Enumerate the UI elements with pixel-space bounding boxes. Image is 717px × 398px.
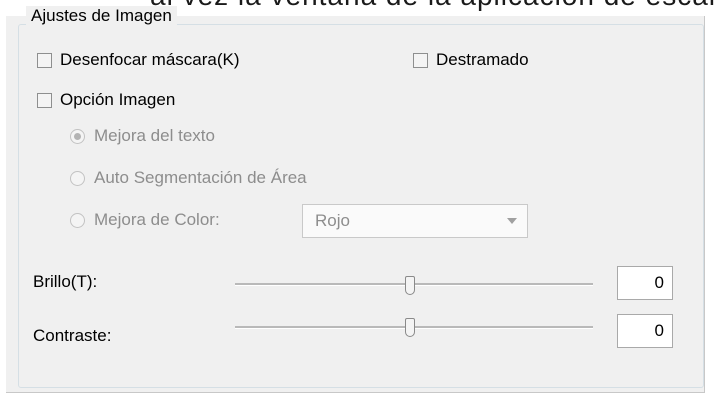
image-option-label: Opción Imagen: [60, 90, 176, 109]
contrast-slider-thumb[interactable]: [405, 318, 415, 337]
color-select-dropdown[interactable]: Rojo: [302, 204, 528, 238]
contrast-value-input[interactable]: 0: [617, 314, 673, 348]
group-title: Ajustes de Imagen: [26, 6, 177, 26]
color-enhancement-radio-row[interactable]: Mejora de Color:: [70, 210, 220, 230]
text-enhancement-radio-row[interactable]: Mejora del texto: [70, 126, 215, 146]
brightness-value-input[interactable]: 0: [617, 266, 673, 300]
unsharp-mask-label: Desenfocar máscara(K): [60, 50, 240, 69]
text-enhancement-label: Mejora del texto: [94, 126, 215, 145]
color-enhancement-label: Mejora de Color:: [94, 210, 220, 229]
auto-area-segmentation-label: Auto Segmentación de Área: [94, 168, 307, 187]
descreening-checkbox[interactable]: [413, 52, 428, 68]
unsharp-mask-checkbox-row[interactable]: Desenfocar máscara(K): [37, 50, 240, 70]
brightness-label: Brillo(T):: [33, 272, 98, 291]
auto-area-segmentation-radio[interactable]: [70, 170, 85, 186]
unsharp-mask-checkbox[interactable]: [37, 52, 52, 68]
contrast-label: Contraste:: [33, 326, 112, 345]
text-enhancement-radio[interactable]: [70, 128, 85, 144]
chevron-down-icon: [507, 218, 517, 224]
descreening-label: Destramado: [436, 50, 529, 69]
contrast-value: 0: [654, 321, 664, 340]
color-enhancement-radio[interactable]: [70, 212, 85, 228]
image-option-checkbox[interactable]: [37, 92, 52, 108]
descreening-checkbox-row[interactable]: Destramado: [413, 50, 529, 70]
brightness-slider-thumb[interactable]: [405, 276, 415, 295]
color-select-value: Rojo: [315, 211, 350, 230]
auto-area-segmentation-radio-row[interactable]: Auto Segmentación de Área: [70, 168, 307, 188]
image-option-checkbox-row[interactable]: Opción Imagen: [37, 90, 175, 110]
brightness-value: 0: [654, 273, 664, 292]
